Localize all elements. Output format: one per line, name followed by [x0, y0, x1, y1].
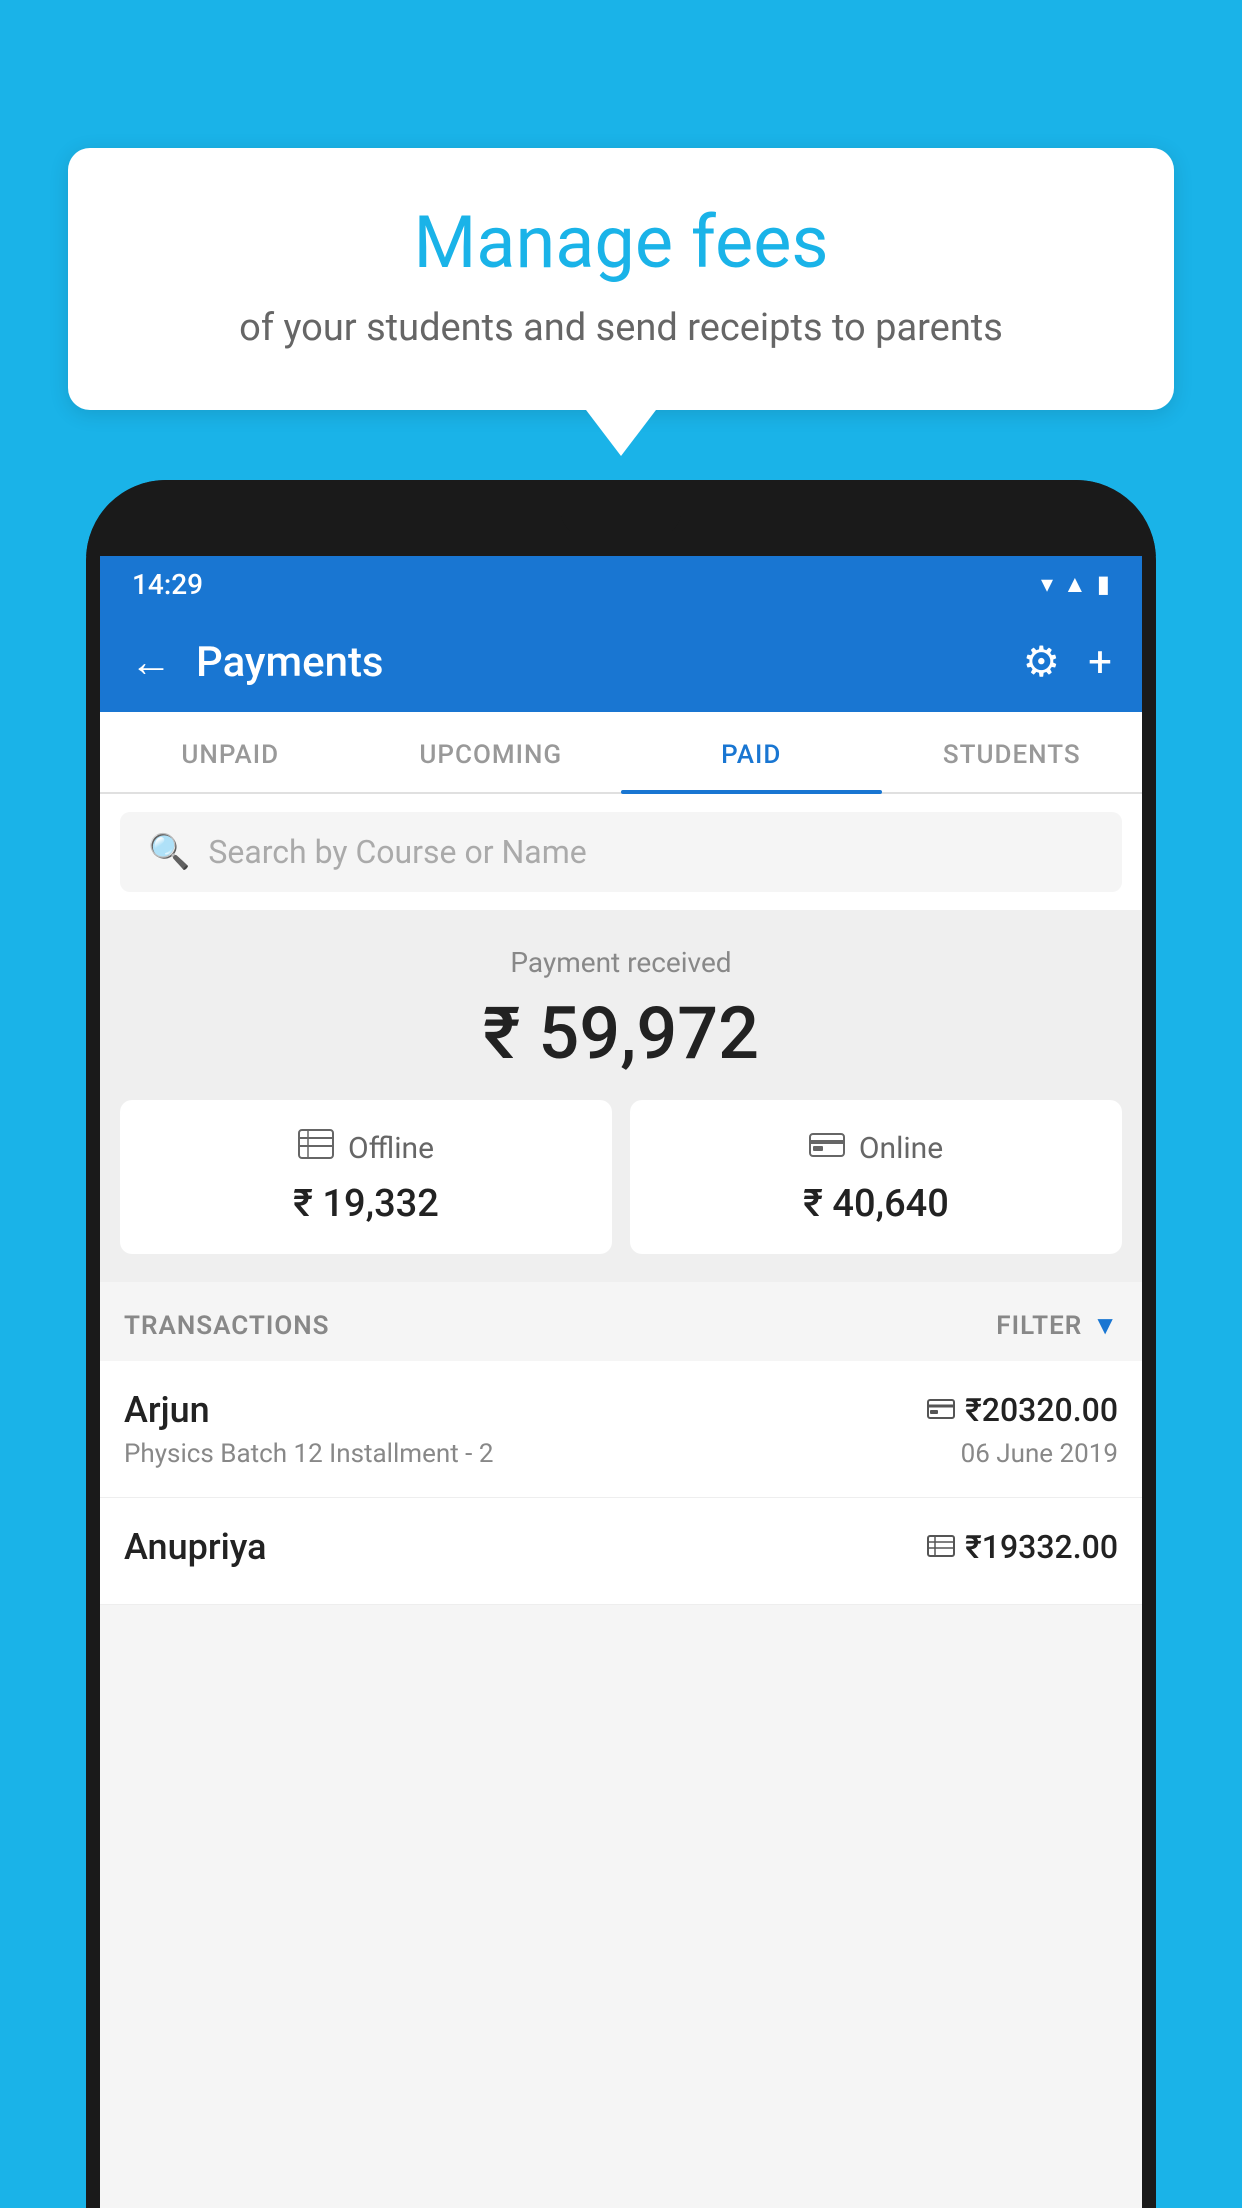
settings-icon[interactable]: ⚙: [1023, 637, 1061, 687]
offline-pay-icon: [927, 1531, 955, 1564]
phone-screen: 14:29 ▾ ▲ ▮ ← Payments ⚙ + UNPAID UPCOMI…: [100, 556, 1142, 2208]
tooltip-title: Manage fees: [128, 200, 1114, 286]
transactions-label: TRANSACTIONS: [124, 1311, 330, 1341]
transaction-amount: ₹20320.00: [965, 1391, 1118, 1429]
transaction-top: Arjun ₹20320.00: [124, 1389, 1118, 1431]
filter-icon: ▼: [1092, 1310, 1118, 1341]
status-icons: ▾ ▲ ▮: [1041, 570, 1110, 599]
tab-upcoming[interactable]: UPCOMING: [361, 712, 622, 792]
status-time: 14:29: [132, 568, 203, 601]
offline-payment-icon: [298, 1128, 334, 1168]
phone-notch: [561, 500, 681, 536]
online-amount: ₹ 40,640: [650, 1182, 1102, 1226]
tab-students[interactable]: STUDENTS: [882, 712, 1143, 792]
transaction-top: Anupriya ₹19332.00: [124, 1526, 1118, 1568]
search-input[interactable]: Search by Course or Name: [208, 833, 586, 871]
online-label: Online: [859, 1131, 943, 1166]
online-payment-icon: [809, 1128, 845, 1168]
student-name: Anupriya: [124, 1526, 267, 1568]
offline-card: Offline ₹ 19,332: [120, 1100, 612, 1254]
search-icon: 🔍: [148, 832, 190, 872]
payment-total: ₹ 59,972: [120, 991, 1122, 1076]
tab-paid[interactable]: PAID: [621, 712, 882, 792]
online-card-header: Online: [650, 1128, 1102, 1168]
transaction-amount: ₹19332.00: [965, 1528, 1118, 1566]
amount-area: ₹19332.00: [927, 1528, 1118, 1566]
search-box[interactable]: 🔍 Search by Course or Name: [120, 812, 1122, 892]
date-info: 06 June 2019: [961, 1439, 1118, 1469]
payment-received-label: Payment received: [120, 946, 1122, 979]
transaction-row[interactable]: Anupriya ₹19332.00: [100, 1498, 1142, 1605]
course-info: Physics Batch 12 Installment - 2: [124, 1439, 493, 1469]
app-bar: ← Payments ⚙ +: [100, 612, 1142, 712]
tooltip-subtitle: of your students and send receipts to pa…: [128, 306, 1114, 350]
offline-card-header: Offline: [140, 1128, 592, 1168]
tabs-bar: UNPAID UPCOMING PAID STUDENTS: [100, 712, 1142, 794]
status-bar: 14:29 ▾ ▲ ▮: [100, 556, 1142, 612]
tooltip-card: Manage fees of your students and send re…: [68, 148, 1174, 410]
offline-label: Offline: [348, 1131, 434, 1166]
offline-amount: ₹ 19,332: [140, 1182, 592, 1226]
transaction-row[interactable]: Arjun ₹20320.00 Physics Batch 12 Install…: [100, 1361, 1142, 1498]
filter-label: FILTER: [996, 1311, 1082, 1341]
filter-button[interactable]: FILTER ▼: [996, 1310, 1118, 1341]
app-bar-actions: ⚙ +: [1023, 637, 1113, 687]
payment-cards: Offline ₹ 19,332: [120, 1100, 1122, 1254]
transaction-bottom: Physics Batch 12 Installment - 2 06 June…: [124, 1439, 1118, 1469]
phone-notch-area: [86, 480, 1156, 556]
battery-icon: ▮: [1097, 570, 1110, 598]
student-name: Arjun: [124, 1389, 210, 1431]
add-payment-icon[interactable]: +: [1088, 638, 1112, 687]
back-button[interactable]: ←: [130, 638, 172, 687]
app-title: Payments: [196, 638, 999, 687]
payment-summary: Payment received ₹ 59,972: [100, 910, 1142, 1282]
phone-frame: 14:29 ▾ ▲ ▮ ← Payments ⚙ + UNPAID UPCOMI…: [86, 480, 1156, 2208]
online-pay-icon: [927, 1394, 955, 1427]
tab-unpaid[interactable]: UNPAID: [100, 712, 361, 792]
transactions-header: TRANSACTIONS FILTER ▼: [100, 1282, 1142, 1361]
wifi-icon: ▾: [1041, 570, 1053, 598]
amount-area: ₹20320.00: [927, 1391, 1118, 1429]
signal-icon: ▲: [1063, 570, 1087, 599]
search-container: 🔍 Search by Course or Name: [100, 794, 1142, 910]
online-card: Online ₹ 40,640: [630, 1100, 1122, 1254]
